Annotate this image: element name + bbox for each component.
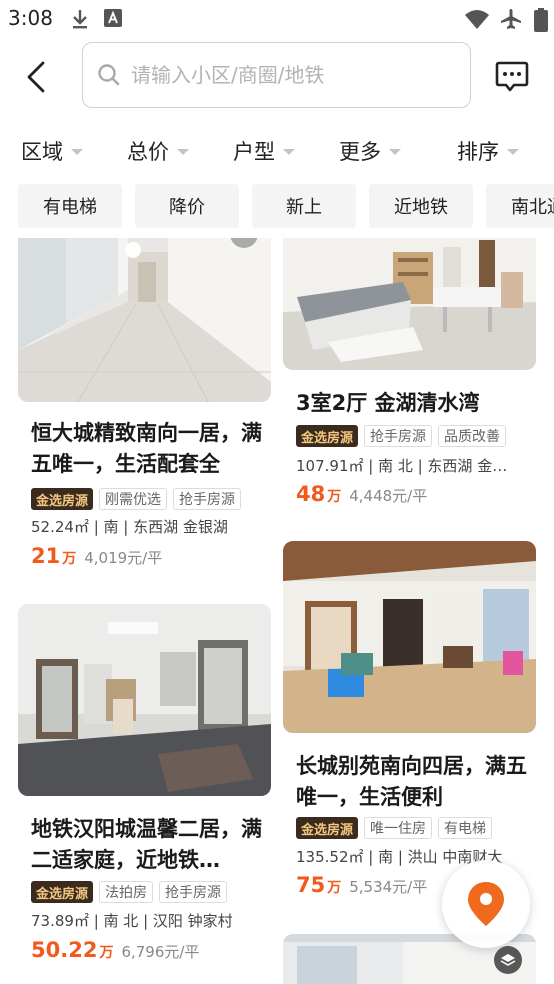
listing-price: 50.22 万 6,796元/平	[31, 938, 199, 962]
chip-near-metro[interactable]: 近地铁	[369, 184, 473, 228]
unit-price: 5,534元/平	[349, 878, 428, 896]
total-price: 75	[296, 873, 326, 897]
status-bar: 3:08	[0, 0, 554, 38]
listing-title: 3室2厅 金湖清水湾	[296, 391, 480, 415]
filter-label: 排序	[457, 140, 499, 164]
listing-price: 48 万 4,448元/平	[296, 482, 427, 506]
listing-tags: 金选房源 法拍房 抢手房源	[31, 881, 228, 903]
notification-a-icon	[104, 9, 122, 27]
listing-tag: 抢手房源	[159, 881, 228, 903]
listing-photo	[283, 541, 536, 733]
search-icon	[98, 64, 120, 86]
caret-down-icon	[389, 149, 401, 155]
listing-photo	[18, 238, 271, 402]
filter-total-price[interactable]: 总价	[127, 136, 189, 166]
filter-area[interactable]: 区域	[21, 136, 83, 166]
listing-card[interactable]: 3室2厅 金湖清水湾 金选房源 抢手房源 品质改善 107.91㎡ | 南 北 …	[283, 238, 536, 528]
listing-card[interactable]: 地铁汉阳城温馨二居，满二适家庭，近地铁… 金选房源 法拍房 抢手房源 73.89…	[18, 604, 271, 984]
wifi-icon	[465, 10, 489, 29]
listing-price: 21 万 4,019元/平	[31, 544, 162, 568]
listing-tag: 抢手房源	[173, 488, 242, 510]
caret-down-icon	[177, 149, 189, 155]
price-unit: 万	[327, 489, 342, 505]
listing-tag: 抢手房源	[364, 425, 433, 447]
chip-new[interactable]: 新上	[252, 184, 356, 228]
price-unit: 万	[327, 880, 342, 896]
caret-down-icon	[283, 149, 295, 155]
chip-north-south[interactable]: 南北通	[486, 184, 554, 228]
listing-tag: 唯一住房	[364, 817, 433, 839]
map-location-button[interactable]	[442, 860, 530, 948]
listing-meta: 107.91㎡ | 南 北 | 东西湖 金…	[296, 457, 508, 475]
quick-filter-chips: 有电梯 降价 新上 近地铁 南北通	[0, 184, 554, 228]
price-unit: 万	[99, 945, 114, 961]
listing-photo	[283, 238, 536, 370]
filter-label: 户型	[233, 140, 275, 164]
unit-price: 4,448元/平	[349, 487, 428, 505]
listing-price: 75 万 5,534元/平	[296, 873, 427, 897]
price-unit: 万	[62, 551, 77, 567]
gold-listing-badge: 金选房源	[296, 817, 359, 839]
layers-icon	[500, 954, 516, 966]
listing-tag: 法拍房	[99, 881, 154, 903]
gold-listing-badge: 金选房源	[31, 881, 94, 903]
listing-tags: 金选房源 抢手房源 品质改善	[296, 425, 507, 447]
listing-tag: 刚需优选	[99, 488, 168, 510]
gold-listing-badge: 金选房源	[296, 425, 359, 447]
listing-meta: 73.89㎡ | 南 北 | 汉阳 钟家村	[31, 912, 233, 930]
caret-down-icon	[71, 149, 83, 155]
chip-price-drop[interactable]: 降价	[135, 184, 239, 228]
total-price: 50.22	[31, 938, 98, 962]
listing-tag: 品质改善	[438, 425, 507, 447]
location-pin-icon	[468, 882, 504, 926]
search-box[interactable]	[82, 42, 471, 108]
gold-listing-badge: 金选房源	[31, 488, 94, 510]
listing-title: 恒大城精致南向一居，满五唯一，生活配套全	[31, 421, 262, 476]
listing-title: 长城别苑南向四居，满五唯一，生活便利	[296, 754, 527, 809]
listing-title: 地铁汉阳城温馨二居，满二适家庭，近地铁…	[31, 814, 263, 876]
listing-meta: 52.24㎡ | 南 | 东西湖 金银湖	[31, 518, 228, 536]
chip-elevator[interactable]: 有电梯	[18, 184, 122, 228]
listing-title-text: 地铁汉阳城温馨二居，满二适家庭，近地铁…	[31, 817, 262, 872]
filter-label: 更多	[339, 140, 381, 164]
unit-price: 4,019元/平	[84, 549, 163, 567]
filter-more[interactable]: 更多	[339, 136, 401, 166]
status-time: 3:08	[8, 6, 53, 30]
listing-card[interactable]: 恒大城精致南向一居，满五唯一，生活配套全 金选房源 刚需优选 抢手房源 52.2…	[18, 238, 271, 588]
feed-layers-button[interactable]	[494, 946, 522, 974]
listing-tags: 金选房源 刚需优选 抢手房源	[31, 488, 242, 510]
battery-icon	[534, 8, 548, 32]
filter-sort[interactable]: 排序	[457, 136, 519, 166]
listing-card[interactable]: 长城别苑南向四居，满五唯一，生活便利 金选房源 唯一住房 有电梯 135.52㎡…	[283, 541, 536, 911]
listing-tags: 金选房源 唯一住房 有电梯	[296, 817, 493, 839]
back-button[interactable]	[18, 56, 54, 98]
total-price: 48	[296, 482, 326, 506]
unit-price: 6,796元/平	[121, 943, 200, 961]
listing-photo	[18, 604, 271, 796]
total-price: 21	[31, 544, 61, 568]
search-input[interactable]	[131, 63, 451, 87]
message-button[interactable]	[494, 58, 530, 94]
filter-bar: 区域 总价 户型 更多 排序	[0, 130, 554, 172]
filter-label: 区域	[21, 140, 63, 164]
filter-layout[interactable]: 户型	[233, 136, 295, 166]
caret-down-icon	[507, 149, 519, 155]
airplane-mode-icon	[501, 9, 521, 29]
chat-bubble-icon	[495, 61, 529, 92]
chevron-left-icon	[27, 61, 45, 93]
listing-tag: 有电梯	[438, 817, 493, 839]
filter-label: 总价	[127, 140, 169, 164]
download-icon	[73, 10, 87, 29]
